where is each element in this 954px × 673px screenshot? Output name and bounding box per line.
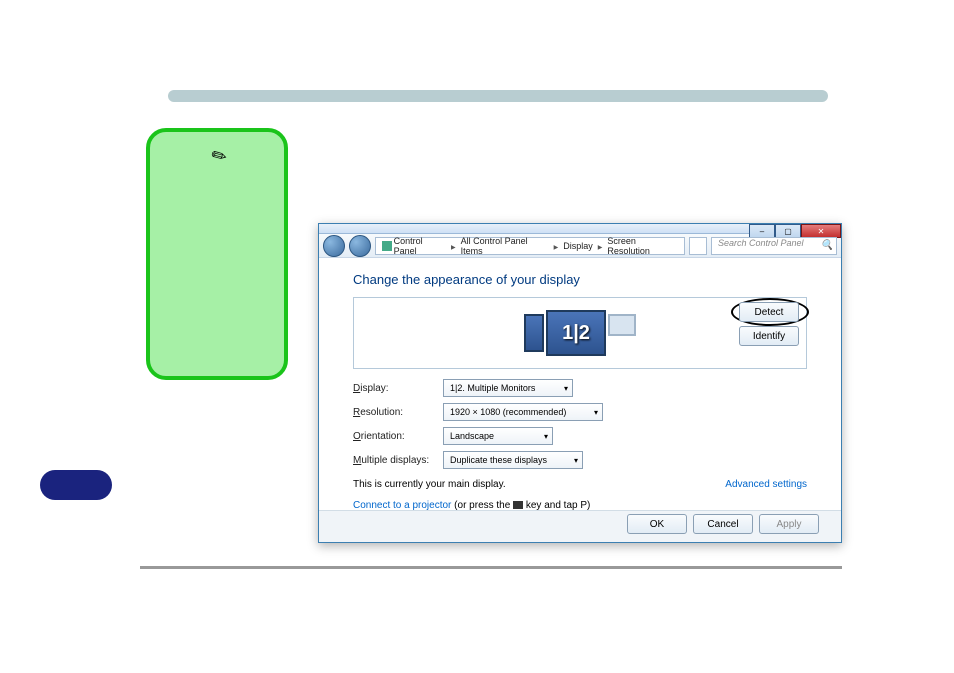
breadcrumb[interactable]: Control Panel All Control Panel Items Di… — [375, 237, 685, 255]
main-display-text: This is currently your main display. — [353, 479, 506, 490]
advanced-settings-link[interactable]: Advanced settings — [725, 479, 807, 490]
page-title: Change the appearance of your display — [353, 272, 807, 287]
address-toolbar: Control Panel All Control Panel Items Di… — [319, 234, 841, 258]
settings-form: Display: 1|2. Multiple Monitors Resoluti… — [353, 379, 807, 469]
identify-button[interactable]: Identify — [739, 326, 799, 346]
note-card: ✎ — [146, 128, 288, 380]
display-label: Display: — [353, 383, 443, 394]
back-button[interactable] — [323, 235, 345, 257]
multiple-displays-label: Multiple displays: — [353, 455, 443, 466]
monitor-thumb-main[interactable]: 1|2 — [546, 310, 606, 356]
search-placeholder: Search Control Panel — [718, 238, 804, 248]
breadcrumb-item[interactable]: All Control Panel Items — [461, 236, 549, 256]
resolution-label: Resolution: — [353, 407, 443, 418]
page-separator — [168, 90, 828, 102]
orientation-label: Orientation: — [353, 431, 443, 442]
orientation-dropdown[interactable]: Landscape — [443, 427, 553, 445]
bottom-separator — [140, 566, 842, 569]
blue-pill — [40, 470, 112, 500]
info-row: This is currently your main display. Adv… — [353, 479, 807, 490]
windows-key-icon — [513, 501, 523, 509]
screen-resolution-dialog: – ▢ ✕ Control Panel All Control Panel It… — [318, 223, 842, 543]
resolution-dropdown[interactable]: 1920 × 1080 (recommended) — [443, 403, 603, 421]
monitor-thumb-tiny — [608, 314, 636, 336]
search-input[interactable]: Search Control Panel 🔍 — [711, 237, 837, 255]
monitor-thumb-small — [524, 314, 544, 352]
search-icon: 🔍 — [821, 240, 833, 251]
breadcrumb-item[interactable]: Screen Resolution — [607, 236, 678, 256]
ok-button[interactable]: OK — [627, 514, 687, 534]
control-panel-icon — [382, 241, 392, 251]
forward-button[interactable] — [349, 235, 371, 257]
dialog-buttons: OK Cancel Apply — [627, 514, 819, 534]
pen-icon: ✎ — [208, 144, 232, 170]
monitor-preview: 1|2 — [524, 310, 636, 356]
breadcrumb-item[interactable]: Control Panel — [394, 236, 446, 256]
cancel-button[interactable]: Cancel — [693, 514, 753, 534]
display-dropdown[interactable]: 1|2. Multiple Monitors — [443, 379, 573, 397]
monitor-number-label: 1|2 — [562, 322, 590, 345]
breadcrumb-item[interactable]: Display — [563, 241, 593, 251]
multiple-displays-dropdown[interactable]: Duplicate these displays — [443, 451, 583, 469]
detect-button[interactable]: Detect — [739, 302, 799, 322]
apply-button[interactable]: Apply — [759, 514, 819, 534]
refresh-button[interactable] — [689, 237, 707, 255]
